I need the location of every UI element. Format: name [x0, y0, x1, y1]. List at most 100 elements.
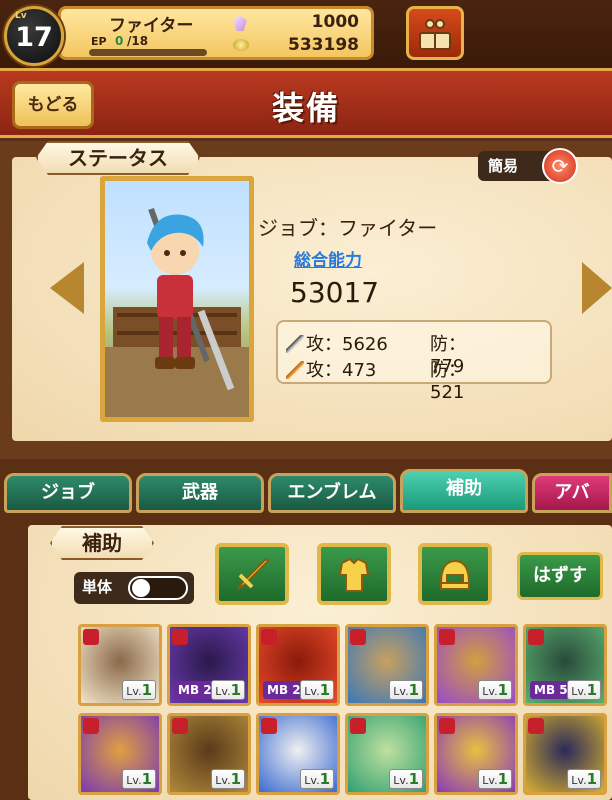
top-status-bar: ファイター EP 0 /18 1000 533198 Lv 17	[0, 0, 612, 68]
card-level-value: 1	[230, 770, 241, 788]
ep-max: /18	[127, 34, 149, 48]
card-level-value: 1	[497, 681, 508, 699]
physical-attack: 攻：5626	[306, 334, 388, 355]
support-card[interactable]: MB 5 Lv.1	[523, 624, 607, 706]
card-level-prefix: Lv.	[393, 685, 409, 698]
card-type-icon	[439, 629, 455, 645]
card-type-icon	[261, 718, 277, 734]
card-mb-badge: MB 5	[530, 681, 572, 699]
card-type-icon	[350, 718, 366, 734]
card-level-prefix: Lv.	[215, 685, 231, 698]
staff-icon	[286, 361, 304, 379]
tab-weapon[interactable]: 武器	[136, 473, 264, 513]
support-section-label: 補助	[50, 526, 154, 560]
next-character-arrow[interactable]	[582, 262, 612, 314]
ep-progress-bar	[89, 49, 207, 56]
card-type-icon	[528, 629, 544, 645]
player-level: 17	[15, 22, 53, 53]
support-card[interactable]: Lv.1	[78, 624, 162, 706]
friends-book-icon	[419, 19, 451, 50]
single-toggle-switch[interactable]	[128, 576, 188, 600]
physical-stats-row: 攻：5626 防：779	[286, 330, 466, 377]
status-section-label: ステータス	[36, 141, 200, 175]
card-level-badge: Lv.1	[478, 769, 512, 789]
magic-attack: 攻：473	[306, 360, 377, 381]
toggle-knob	[132, 579, 150, 597]
support-card[interactable]: MB 2 Lv.1	[256, 624, 340, 706]
prev-character-arrow[interactable]	[50, 262, 84, 314]
card-level-prefix: Lv.	[482, 685, 498, 698]
card-level-badge: Lv.1	[300, 769, 334, 789]
card-level-value: 1	[319, 681, 330, 699]
card-level-prefix: Lv.	[393, 774, 409, 787]
card-level-value: 1	[141, 681, 152, 699]
card-type-icon	[83, 629, 99, 645]
card-level-prefix: Lv.	[126, 774, 142, 787]
toggle-view-button[interactable]: ⟳	[542, 148, 578, 184]
card-level-badge: Lv.1	[567, 769, 601, 789]
friends-book-button[interactable]	[406, 6, 464, 60]
player-level-badge: Lv 17	[4, 6, 64, 66]
filter-armor-button[interactable]	[317, 543, 391, 605]
remove-button[interactable]: はずす	[517, 552, 603, 600]
support-card[interactable]: Lv.1	[434, 713, 518, 795]
equipment-tabs: ジョブ 武器 エンブレム 補助 アバ	[0, 459, 612, 521]
support-card[interactable]: Lv.1	[256, 713, 340, 795]
card-level-value: 1	[408, 681, 419, 699]
card-level-badge: Lv.1	[567, 680, 601, 700]
card-level-badge: Lv.1	[389, 769, 423, 789]
ep-current: 0	[115, 34, 124, 48]
card-level-value: 1	[408, 770, 419, 788]
card-type-icon	[528, 718, 544, 734]
refresh-icon: ⟳	[551, 154, 569, 178]
filter-sword-button[interactable]	[215, 543, 289, 605]
support-card[interactable]: Lv.1	[345, 713, 429, 795]
page-header: もどる 装備	[0, 68, 612, 138]
support-card[interactable]: MB 2 Lv.1	[167, 624, 251, 706]
support-card[interactable]: Lv.1	[78, 713, 162, 795]
support-card[interactable]: Lv.1	[167, 713, 251, 795]
card-level-prefix: Lv.	[571, 774, 587, 787]
card-level-value: 1	[319, 770, 330, 788]
simple-view-label[interactable]: 簡易	[478, 151, 550, 181]
sword-icon	[237, 557, 270, 590]
armor-icon	[338, 557, 370, 592]
card-level-badge: Lv.1	[211, 769, 245, 789]
stats-box: 攻：5626 防：779 攻：473 防：521	[276, 320, 552, 403]
support-card[interactable]: Lv.1	[434, 624, 518, 706]
page-title: 装備	[271, 89, 340, 127]
sword-icon	[286, 335, 304, 353]
card-level-badge: Lv.1	[300, 680, 334, 700]
card-type-icon	[172, 629, 188, 645]
card-level-badge: Lv.1	[122, 680, 156, 700]
card-type-icon	[261, 629, 277, 645]
card-level-value: 1	[497, 770, 508, 788]
player-panel[interactable]: ファイター EP 0 /18 1000 533198	[58, 6, 374, 60]
tab-avatar[interactable]: アバ	[532, 473, 612, 513]
total-power-value: 53017	[290, 276, 380, 309]
tab-emblem[interactable]: エンブレム	[268, 473, 396, 513]
job-line: ジョブ：ファイター	[258, 216, 438, 240]
card-type-icon	[439, 718, 455, 734]
card-level-prefix: Lv.	[126, 685, 142, 698]
level-tag: Lv	[15, 11, 27, 21]
crystal-icon	[233, 15, 247, 31]
helmet-icon	[439, 559, 471, 590]
tab-support[interactable]: 補助	[400, 469, 528, 513]
card-mb-badge: MB 2	[263, 681, 305, 699]
support-card[interactable]: Lv.1	[345, 624, 429, 706]
magic-defense: 防：521	[430, 360, 466, 403]
card-type-icon	[350, 629, 366, 645]
card-mb-badge: MB 2	[174, 681, 216, 699]
tab-job[interactable]: ジョブ	[4, 473, 132, 513]
filter-helmet-button[interactable]	[418, 543, 492, 605]
card-level-value: 1	[586, 681, 597, 699]
card-level-badge: Lv.1	[389, 680, 423, 700]
card-level-value: 1	[586, 770, 597, 788]
single-toggle[interactable]: 単体	[74, 572, 194, 604]
card-level-badge: Lv.1	[478, 680, 512, 700]
support-card[interactable]: Lv.1	[523, 713, 607, 795]
card-type-icon	[172, 718, 188, 734]
card-level-prefix: Lv.	[482, 774, 498, 787]
support-section-text: 補助	[82, 531, 122, 555]
